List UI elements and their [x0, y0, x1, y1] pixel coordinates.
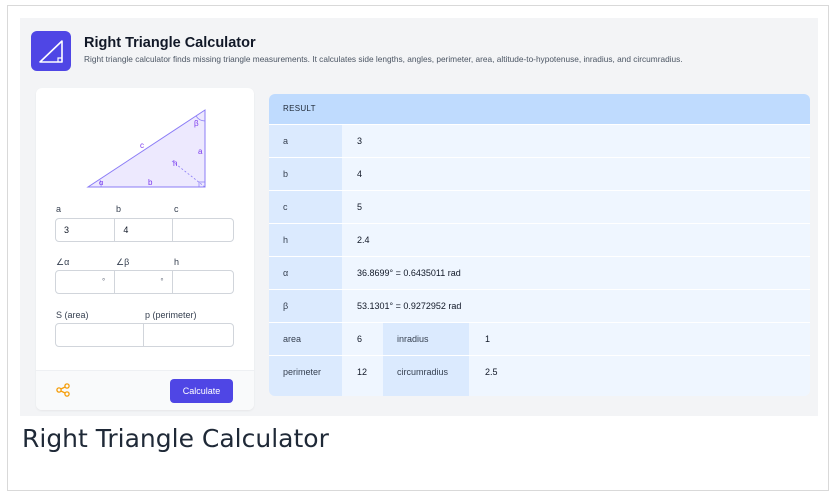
result-value: 36.8699° = 0.6435011 rad [357, 268, 461, 278]
panel-footer: Calculate [36, 370, 254, 410]
result-row: area 6 inradius 1 [269, 322, 810, 355]
diagram-label-h: h [173, 159, 177, 168]
result-key: h [269, 224, 342, 256]
side-c-input[interactable] [173, 219, 233, 241]
result-value: 5 [357, 202, 363, 212]
result-value: 1 [485, 334, 491, 344]
label-a: a [56, 204, 62, 214]
page-frame: Right Triangle Calculator Right triangle… [7, 5, 829, 491]
triangle-icon [31, 31, 71, 71]
result-key: circumradius [383, 356, 469, 396]
result-key: area [269, 323, 342, 355]
result-key: α [269, 257, 342, 289]
result-value: 2.5 [485, 367, 498, 377]
result-table: RESULT a 3 b 4 c 5 h 2.4 α 36.8699° = 0.… [269, 94, 810, 396]
sides-input-group: 3 4 [55, 218, 234, 242]
angle-beta-input[interactable]: ° [115, 271, 173, 293]
result-row: b 4 [269, 157, 810, 190]
side-b-input[interactable]: 4 [115, 219, 173, 241]
result-key: c [269, 191, 342, 223]
result-row: perimeter 12 circumradius 2.5 [269, 355, 810, 396]
diagram-label-beta: β [194, 119, 199, 128]
area-perimeter-input-group [55, 323, 234, 347]
angles-input-group: ° ° [55, 270, 234, 294]
share-icon[interactable] [56, 383, 70, 397]
label-c: c [174, 204, 179, 214]
perimeter-input[interactable] [144, 324, 233, 346]
angle-beta-unit: ° [160, 277, 164, 286]
triangle-diagram: β c a h α b [86, 109, 206, 188]
result-value: 3 [357, 136, 363, 146]
label-perimeter: p (perimeter) [145, 310, 197, 320]
app-description: Right triangle calculator finds missing … [84, 54, 683, 64]
result-row: a 3 [269, 124, 810, 157]
altitude-h-input[interactable] [173, 271, 233, 293]
result-key: inradius [383, 323, 469, 355]
result-key: β [269, 290, 342, 322]
diagram-label-c: c [140, 141, 144, 150]
app-title: Right Triangle Calculator [84, 35, 256, 51]
result-key: perimeter [269, 356, 342, 396]
result-key: b [269, 158, 342, 190]
result-value: 12 [357, 367, 368, 377]
result-value: 53.1301° = 0.9272952 rad [357, 301, 462, 311]
page-caption: Right Triangle Calculator [22, 424, 329, 453]
label-b: b [116, 204, 122, 214]
result-key: a [269, 125, 342, 157]
diagram-label-b: b [148, 178, 153, 187]
result-row: α 36.8699° = 0.6435011 rad [269, 256, 810, 289]
diagram-label-a: a [198, 147, 203, 156]
result-value: 2.4 [357, 235, 370, 245]
result-value: 4 [357, 169, 363, 179]
result-row: c 5 [269, 190, 810, 223]
side-a-input[interactable]: 3 [56, 219, 116, 241]
angle-alpha-input[interactable]: ° [56, 271, 116, 293]
result-row: β 53.1301° = 0.9272952 rad [269, 289, 810, 322]
result-value: 6 [357, 334, 363, 344]
result-header: RESULT [269, 94, 810, 124]
label-h: h [174, 257, 180, 267]
diagram-label-alpha: α [99, 178, 104, 187]
calculator-card: Right Triangle Calculator Right triangle… [20, 18, 818, 416]
input-panel: β c a h α b a b c 3 4 ∠α ∠β h ° ° S (are… [36, 88, 254, 410]
calculate-button[interactable]: Calculate [170, 379, 233, 403]
result-row: h 2.4 [269, 223, 810, 256]
label-area: S (area) [56, 310, 89, 320]
area-input[interactable] [56, 324, 145, 346]
calculator-header: Right Triangle Calculator Right triangle… [31, 31, 811, 75]
angle-alpha-unit: ° [102, 277, 106, 286]
label-angle-alpha: ∠α [56, 257, 70, 267]
label-angle-beta: ∠β [116, 257, 130, 267]
